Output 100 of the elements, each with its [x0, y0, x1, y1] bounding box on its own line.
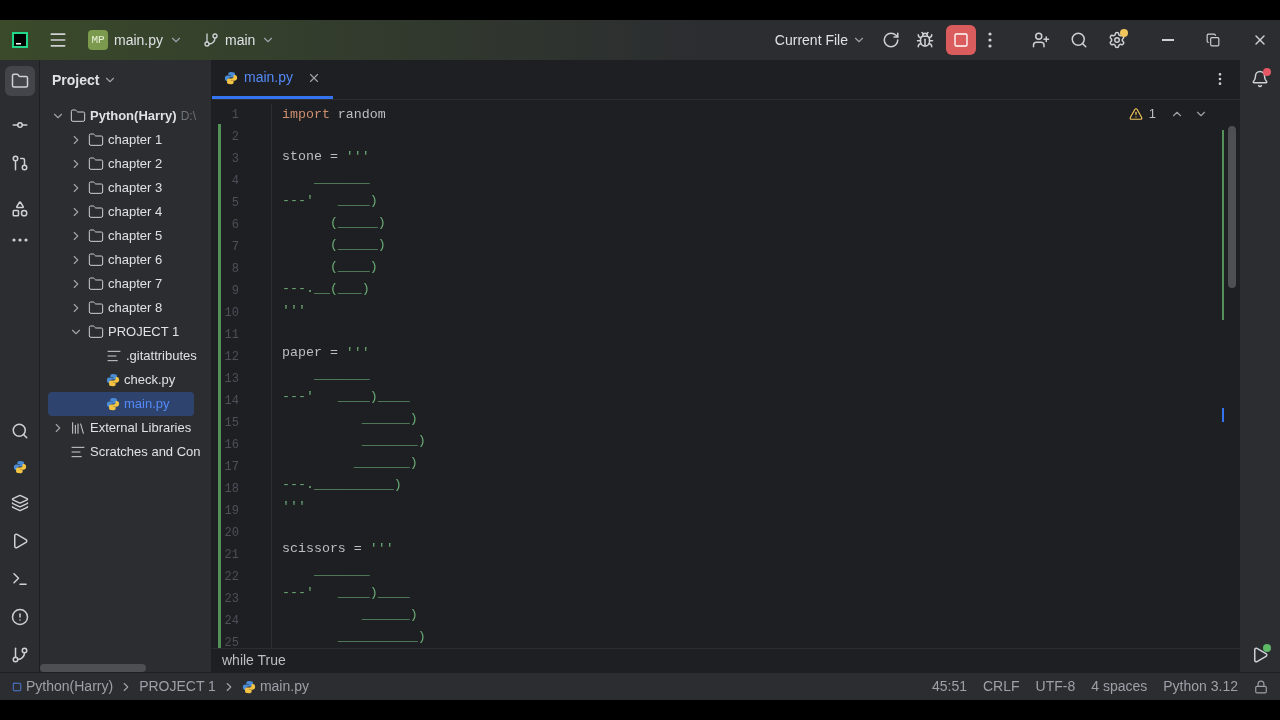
lock-icon[interactable] [1254, 679, 1268, 694]
rerun-button[interactable] [882, 31, 900, 49]
python-interpreter[interactable]: Python 3.12 [1163, 676, 1238, 697]
code-token: (____) [328, 258, 378, 276]
path-segment[interactable]: Python(Harry) [26, 676, 114, 697]
tree-item[interactable]: Scratches and Con [48, 440, 205, 464]
tree-item[interactable]: chapter 2 [48, 152, 194, 176]
tree-item[interactable]: chapter 5 [48, 224, 194, 248]
tree-item-label: chapter 8 [108, 299, 163, 318]
code-token: _______ [312, 170, 370, 188]
tree-item-label: check.py [124, 371, 176, 390]
main-menu-button[interactable] [48, 30, 68, 50]
horizontal-scrollbar[interactable] [40, 664, 146, 672]
run-button[interactable] [1251, 646, 1269, 664]
panel-title[interactable]: Project [52, 69, 100, 91]
python-icon [106, 373, 120, 387]
more-tools-button[interactable] [11, 238, 28, 242]
search-button[interactable] [1070, 31, 1088, 49]
module-icon [12, 681, 22, 692]
run-config-label: Current File [774, 30, 848, 50]
code-token: ''' [369, 540, 394, 558]
library-icon [70, 420, 86, 436]
add-user-button[interactable] [1032, 31, 1050, 49]
tree-item[interactable]: chapter 4 [48, 200, 194, 224]
code-token: ''' [345, 148, 370, 166]
indent-setting[interactable]: 4 spaces [1091, 676, 1148, 697]
pull-requests-tool-button[interactable] [10, 154, 29, 172]
code-token: import [282, 106, 330, 124]
branch-switcher[interactable]: main [203, 29, 276, 51]
tree-item[interactable]: PROJECT 1 [48, 320, 194, 344]
tree-item-label: chapter 4 [108, 203, 163, 222]
tree-item[interactable]: chapter 1 [48, 128, 194, 152]
vertical-scrollbar[interactable] [1228, 126, 1236, 288]
problems-tool-button[interactable] [10, 608, 29, 626]
more-button[interactable] [988, 32, 992, 48]
code-token: _______ [312, 366, 370, 384]
caret-position[interactable]: 45:51 [931, 676, 967, 697]
git-tool-button[interactable] [10, 646, 29, 664]
tree-item-label: .gitattributes [126, 347, 197, 366]
tree-item[interactable]: Python(Harry) D:\ [48, 104, 201, 128]
project-tool-button[interactable] [4, 66, 35, 96]
code-token: random [336, 106, 386, 124]
code-token: ---.__________) [282, 476, 402, 494]
restore-button[interactable] [1206, 33, 1220, 47]
structure-tool-button[interactable] [10, 200, 29, 218]
tree-item-label: chapter 1 [108, 131, 163, 150]
search-tool-button[interactable] [10, 422, 29, 440]
warning-count[interactable]: 1 [1148, 104, 1156, 124]
text-file-icon [106, 348, 122, 364]
folder-icon [88, 156, 104, 172]
tree-item[interactable]: chapter 8 [48, 296, 194, 320]
folder-icon [88, 228, 104, 244]
tree-item-label: chapter 5 [108, 227, 163, 246]
folder-icon [88, 300, 104, 316]
tree-item[interactable]: check.py [48, 368, 194, 392]
branch-icon [203, 32, 220, 48]
tree-item[interactable]: chapter 6 [48, 248, 194, 272]
folder-icon [10, 72, 29, 90]
python-icon [241, 679, 256, 694]
tree-item[interactable]: .gitattributes [48, 344, 201, 368]
tree-item-label: chapter 2 [108, 155, 163, 174]
tree-item-path: D:\ [180, 108, 197, 125]
code-token: _______ [312, 562, 370, 580]
warning-icon [1128, 106, 1143, 121]
path-segment[interactable]: main.py [259, 676, 309, 697]
stop-icon [953, 32, 969, 48]
terminal-tool-button[interactable] [10, 570, 29, 588]
folder-icon [88, 180, 104, 196]
breadcrumb[interactable]: while True [222, 650, 286, 671]
tree-item[interactable]: chapter 7 [48, 272, 194, 296]
line-ending[interactable]: CRLF [983, 676, 1020, 697]
settings-button[interactable] [1108, 31, 1126, 49]
folder-icon [88, 132, 104, 148]
tree-item[interactable]: chapter 3 [48, 176, 194, 200]
project-switcher[interactable]: MP main.py [88, 29, 184, 51]
scratch-file-icon [70, 444, 86, 460]
packages-tool-button[interactable] [10, 494, 29, 512]
python-icon [224, 70, 238, 85]
scrollbar-marker [1222, 408, 1224, 422]
run-config-selector[interactable]: Current File [774, 29, 866, 51]
code-token: ---' ____)____ [282, 388, 410, 406]
project-name: main.py [114, 30, 164, 50]
tree-item-label: chapter 3 [108, 179, 163, 198]
python-console-button[interactable] [12, 460, 27, 474]
tree-item-label: chapter 7 [108, 275, 163, 294]
folder-icon [88, 204, 104, 220]
code-token: ---.__(___) [282, 280, 370, 298]
tree-item[interactable]: External Libraries [48, 416, 196, 440]
minimize-icon [1162, 39, 1174, 41]
path-segment[interactable]: PROJECT 1 [139, 676, 216, 697]
file-encoding[interactable]: UTF-8 [1035, 676, 1076, 697]
stop-button[interactable] [946, 25, 976, 55]
tree-item-label: PROJECT 1 [108, 323, 180, 342]
tab-label: main.py [244, 68, 294, 87]
code-token: _______) [360, 432, 426, 450]
notifications-button[interactable] [1251, 70, 1269, 88]
code-token: (_____) [328, 214, 386, 232]
code-token: ''' [282, 498, 306, 516]
debug-button[interactable] [916, 31, 934, 49]
tree-item-label: Python(Harry) [90, 107, 177, 126]
